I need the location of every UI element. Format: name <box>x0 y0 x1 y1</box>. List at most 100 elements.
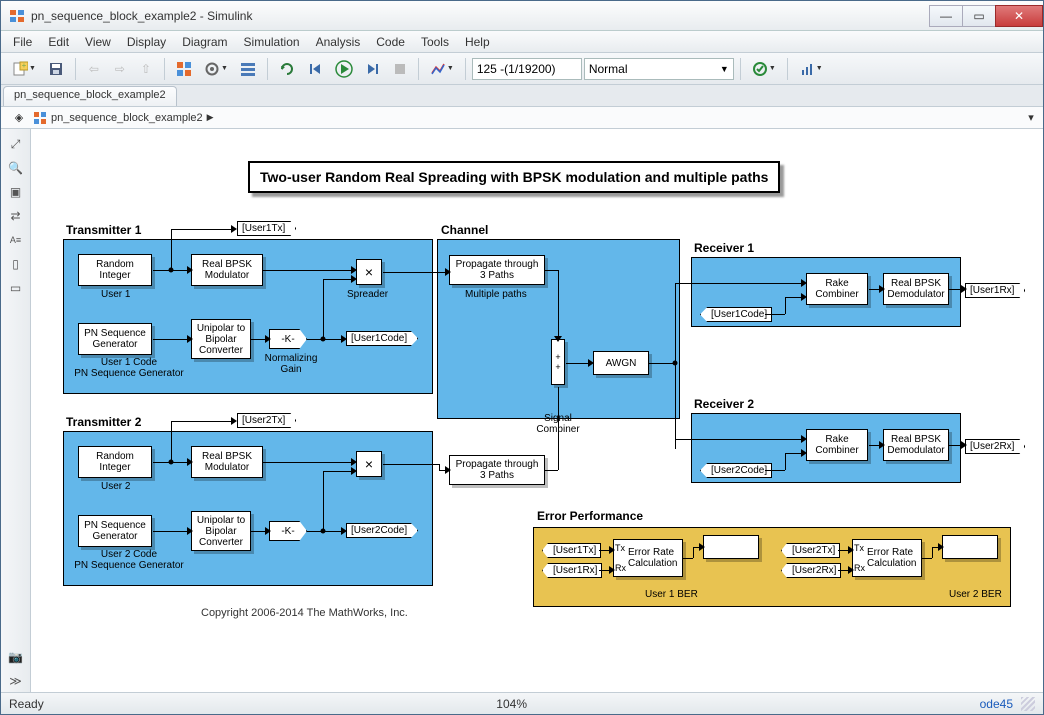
area-tool[interactable]: ▭ <box>5 277 27 299</box>
record-button[interactable]: ▼ <box>425 57 459 81</box>
menu-diagram[interactable]: Diagram <box>174 33 235 51</box>
tx2-modulator[interactable]: Real BPSK Modulator <box>191 446 263 478</box>
channel-prop2[interactable]: Propagate through 3 Paths <box>449 455 545 485</box>
tx1-rand-sub: User 1 <box>101 289 130 300</box>
titlebar: pn_sequence_block_example2 - Simulink — … <box>1 1 1043 31</box>
stop-button[interactable] <box>388 57 412 81</box>
rx1-from-code[interactable]: [User1Code] <box>700 307 772 322</box>
tx2-rand-sub: User 2 <box>101 481 130 492</box>
status-ready: Ready <box>9 697 44 711</box>
canvas[interactable]: Two-user Random Real Spreading with BPSK… <box>31 129 1043 692</box>
tx2-unibi[interactable]: Unipolar to Bipolar Converter <box>191 511 251 551</box>
build-button[interactable]: ▼ <box>747 57 781 81</box>
breadcrumb-model[interactable]: pn_sequence_block_example2 <box>51 112 203 124</box>
mode-label: Normal <box>589 62 628 76</box>
rx2-from-code[interactable]: [User2Code] <box>700 463 772 478</box>
tx1-spreader[interactable]: × <box>356 259 382 285</box>
rx2-goto-rx[interactable]: [User2Rx] <box>965 439 1025 454</box>
model-icon <box>33 111 47 125</box>
image-tool[interactable]: ▯ <box>5 253 27 275</box>
err-u1tx[interactable]: [User1Tx] <box>542 543 601 558</box>
deploy-button[interactable]: ▼ <box>794 57 828 81</box>
maximize-button[interactable]: ▭ <box>962 5 996 27</box>
status-zoom: 104% <box>44 697 980 711</box>
minimize-button[interactable]: — <box>929 5 963 27</box>
up-button[interactable]: ⇧ <box>134 57 158 81</box>
tx1-modulator[interactable]: Real BPSK Modulator <box>191 254 263 286</box>
err-u2tx[interactable]: [User2Tx] <box>781 543 840 558</box>
tx1-random-integer[interactable]: Random Integer <box>78 254 152 286</box>
channel-prop1[interactable]: Propagate through 3 Paths <box>449 255 545 285</box>
tx1-pn[interactable]: PN Sequence Generator <box>78 323 152 355</box>
awgn-block[interactable]: AWGN <box>593 351 649 375</box>
library-browser-button[interactable] <box>171 57 197 81</box>
close-button[interactable]: ✕ <box>995 5 1043 27</box>
tx2-spreader[interactable]: × <box>356 451 382 477</box>
model-explorer-button[interactable] <box>235 57 261 81</box>
tx2-pn[interactable]: PN Sequence Generator <box>78 515 152 547</box>
err-rx-pin1: Rx <box>615 563 626 573</box>
zoom-tool[interactable]: 🔍 <box>5 157 27 179</box>
menu-view[interactable]: View <box>77 33 119 51</box>
tab-model[interactable]: pn_sequence_block_example2 <box>3 86 177 106</box>
menu-help[interactable]: Help <box>457 33 498 51</box>
main-area: ⤢ 🔍 ▣ ⇄ A≡ ▯ ▭ 📷 ≫ Two-user Random Real … <box>1 129 1043 692</box>
menu-tools[interactable]: Tools <box>413 33 457 51</box>
resize-gripper[interactable] <box>1021 697 1035 711</box>
menu-code[interactable]: Code <box>368 33 413 51</box>
err-u2-sub: User 2 BER <box>949 589 1002 600</box>
screenshot-tool[interactable]: 📷 <box>5 646 27 668</box>
tx1-unibi[interactable]: Unipolar to Bipolar Converter <box>191 319 251 359</box>
err-u2rx[interactable]: [User2Rx] <box>781 563 841 578</box>
breadcrumb-dropdown[interactable]: ▾ <box>1023 111 1039 124</box>
fit-tool[interactable]: ▣ <box>5 181 27 203</box>
step-back-button[interactable] <box>302 57 328 81</box>
update-diagram-button[interactable] <box>274 57 300 81</box>
menu-edit[interactable]: Edit <box>40 33 77 51</box>
rx2-demod[interactable]: Real BPSK Demodulator <box>883 429 949 461</box>
menu-simulation[interactable]: Simulation <box>236 33 308 51</box>
err-u1-sub: User 1 BER <box>645 589 698 600</box>
err-disp1[interactable] <box>703 535 759 559</box>
tx2-gain[interactable]: -K- <box>269 521 307 541</box>
tx2-goto-tx[interactable]: [User2Tx] <box>237 413 296 428</box>
back-button[interactable]: ⇦ <box>82 57 106 81</box>
save-button[interactable] <box>43 57 69 81</box>
channel-label: Channel <box>441 223 488 237</box>
rx1-demod[interactable]: Real BPSK Demodulator <box>883 273 949 305</box>
err-tx-pin2: Tx <box>854 543 864 553</box>
status-solver[interactable]: ode45 <box>980 697 1013 711</box>
nav-target-button[interactable]: ◈ <box>5 111 33 124</box>
err-disp2[interactable] <box>942 535 998 559</box>
tx2-random-integer[interactable]: Random Integer <box>78 446 152 478</box>
tx1-gain-sub: Normalizing Gain <box>261 353 321 375</box>
annotation-tool[interactable]: A≡ <box>5 229 27 251</box>
breadcrumb-chevron-icon[interactable]: ▶ <box>207 112 214 123</box>
forward-button[interactable]: ⇨ <box>108 57 132 81</box>
rx2-rake[interactable]: Rake Combiner <box>806 429 868 461</box>
tx1-goto-tx[interactable]: [User1Tx] <box>237 221 296 236</box>
err-u1rx[interactable]: [User1Rx] <box>542 563 602 578</box>
err-label: Error Performance <box>537 509 643 523</box>
pan-tool[interactable]: ⤢ <box>5 133 27 155</box>
model-config-button[interactable]: ▼ <box>199 57 233 81</box>
err-group[interactable] <box>533 527 1011 607</box>
window-frame: pn_sequence_block_example2 - Simulink — … <box>0 0 1044 715</box>
rx1-rake[interactable]: Rake Combiner <box>806 273 868 305</box>
stop-time-input[interactable] <box>472 58 582 80</box>
tx1-goto-code[interactable]: [User1Code] <box>346 331 418 346</box>
window-title: pn_sequence_block_example2 - Simulink <box>31 9 930 23</box>
new-model-button[interactable]: +▼ <box>7 57 41 81</box>
mode-select[interactable]: Normal▼ <box>584 58 734 80</box>
run-button[interactable] <box>330 57 358 81</box>
menu-display[interactable]: Display <box>119 33 174 51</box>
menu-file[interactable]: File <box>5 33 40 51</box>
more-tool[interactable]: ≫ <box>5 670 27 692</box>
step-forward-button[interactable] <box>360 57 386 81</box>
signal-combiner[interactable]: ++ <box>551 339 565 385</box>
tx2-goto-code[interactable]: [User2Code] <box>346 523 418 538</box>
tx1-gain[interactable]: -K- <box>269 329 307 349</box>
rx1-goto-rx[interactable]: [User1Rx] <box>965 283 1025 298</box>
sample-time-tool[interactable]: ⇄ <box>5 205 27 227</box>
menu-analysis[interactable]: Analysis <box>308 33 369 51</box>
